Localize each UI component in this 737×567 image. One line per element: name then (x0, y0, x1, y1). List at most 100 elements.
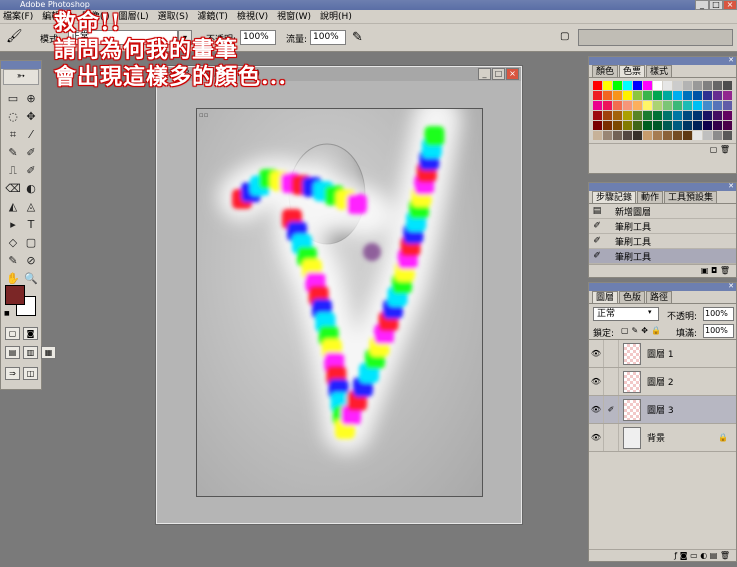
swatch[interactable] (663, 121, 672, 130)
path-select-tool-icon[interactable]: ▸ (4, 217, 22, 232)
brush-icon[interactable]: ✐ (604, 396, 619, 423)
default-colors-icon[interactable]: ■ (4, 310, 11, 317)
swatch[interactable] (643, 111, 652, 120)
chevron-down-icon[interactable]: ▾ (648, 308, 652, 316)
menu-help[interactable]: 說明(H) (320, 10, 352, 24)
swatch[interactable] (663, 111, 672, 120)
swatch[interactable] (623, 81, 632, 90)
swatch[interactable] (613, 131, 622, 140)
swatch[interactable] (633, 111, 642, 120)
swatch[interactable] (723, 121, 732, 130)
airbrush-icon[interactable]: ✎ (352, 30, 363, 45)
swatch[interactable] (673, 91, 682, 100)
zoom-tool-icon[interactable]: 🔍 (22, 271, 40, 286)
swatch[interactable] (633, 91, 642, 100)
swatch[interactable] (693, 131, 702, 140)
swatch[interactable] (683, 91, 692, 100)
canvas[interactable]: ▫▫ (196, 108, 483, 497)
swatch[interactable] (623, 111, 632, 120)
minimize-button[interactable]: _ (695, 0, 709, 10)
maximize-button[interactable]: □ (709, 0, 723, 10)
swatch[interactable] (603, 91, 612, 100)
history-item[interactable]: ✐ 筆刷工具 (589, 219, 736, 234)
tab-tool-presets[interactable]: 工具預設集 (664, 191, 718, 203)
swatch[interactable] (713, 91, 722, 100)
swatch[interactable] (683, 101, 692, 110)
magic-wand-tool-icon[interactable]: ✥ (22, 109, 40, 124)
swatch[interactable] (613, 121, 622, 130)
swatch[interactable] (723, 111, 732, 120)
swatch[interactable] (673, 101, 682, 110)
swatch[interactable] (683, 121, 692, 130)
palette-well-icon[interactable]: ▢ (560, 31, 569, 42)
swatch[interactable] (683, 111, 692, 120)
link-slot[interactable] (604, 424, 619, 451)
healing-tool-icon[interactable]: ✎ (4, 145, 22, 160)
swatch[interactable] (713, 131, 722, 140)
swatch[interactable] (653, 121, 662, 130)
foreground-color-swatch[interactable] (5, 285, 25, 305)
swatch[interactable] (603, 111, 612, 120)
history-item[interactable]: ✐ 筆刷工具 (589, 249, 736, 264)
layer-row[interactable]: 👁 圖層 1 (589, 340, 736, 368)
swatch[interactable] (613, 101, 622, 110)
screen-mode-full-icon[interactable]: ▥ (23, 346, 38, 359)
swatch[interactable] (643, 131, 652, 140)
brush-tool-icon[interactable]: ✐ (22, 145, 40, 160)
trash-icon[interactable]: 🗑 (720, 551, 730, 560)
swatch[interactable] (723, 131, 732, 140)
eraser-tool-icon[interactable]: ⌫ (4, 181, 22, 196)
adjustment-layer-icon[interactable]: ◐ (700, 551, 707, 560)
swatch[interactable] (703, 121, 712, 130)
swatch[interactable] (693, 121, 702, 130)
lock-icons[interactable]: ▢✎✥🔒 (621, 326, 664, 335)
standard-mode-icon[interactable]: ▢ (5, 327, 20, 340)
palette-well[interactable] (578, 29, 733, 46)
eye-icon[interactable]: 👁 (589, 396, 604, 423)
snapshot-icon[interactable]: ◘ (711, 266, 717, 275)
swatch[interactable] (653, 131, 662, 140)
swatch[interactable] (653, 101, 662, 110)
swatch[interactable] (703, 91, 712, 100)
swatch[interactable] (603, 101, 612, 110)
close-icon[interactable]: ✕ (728, 282, 734, 290)
swatch[interactable] (663, 131, 672, 140)
pen-tool-icon[interactable]: ◇ (4, 235, 22, 250)
layer-opacity-input[interactable]: 100% (703, 307, 734, 321)
swatch[interactable] (673, 131, 682, 140)
swatch[interactable] (723, 81, 732, 90)
dodge-tool-icon[interactable]: ◬ (22, 199, 40, 214)
history-item[interactable]: ✐ 筆刷工具 (589, 234, 736, 249)
swatch[interactable] (643, 121, 652, 130)
layer-row[interactable]: 👁 ✐ 圖層 3 (589, 396, 736, 424)
lasso-tool-icon[interactable]: ◌ (4, 109, 22, 124)
close-icon[interactable]: ✕ (728, 56, 734, 64)
tab-channels[interactable]: 色版 (619, 291, 646, 303)
screen-mode-standard-icon[interactable]: ▤ (5, 346, 20, 359)
swatch[interactable] (603, 131, 612, 140)
swatch[interactable] (613, 91, 622, 100)
shape-tool-icon[interactable]: ▢ (22, 235, 40, 250)
swatch[interactable] (713, 111, 722, 120)
swatch[interactable] (713, 101, 722, 110)
swatch[interactable] (593, 111, 602, 120)
swatch[interactable] (643, 91, 652, 100)
swatch-grid[interactable] (589, 78, 736, 143)
quickmask-mode-icon[interactable]: ◙ (23, 327, 38, 340)
swatch[interactable] (633, 101, 642, 110)
tab-swatches[interactable]: 色票 (619, 65, 646, 77)
new-set-icon[interactable]: ▭ (690, 551, 698, 560)
swatch[interactable] (713, 121, 722, 130)
crop-tool-icon[interactable]: ⌗ (4, 127, 22, 142)
swatch[interactable] (703, 111, 712, 120)
swatch[interactable] (613, 111, 622, 120)
mask-icon[interactable]: ◙ (680, 551, 688, 560)
flow-input[interactable]: 100% (310, 30, 346, 45)
swatch[interactable] (593, 81, 602, 90)
eye-icon[interactable]: 👁 (589, 368, 604, 395)
swatch[interactable] (693, 81, 702, 90)
swatch[interactable] (643, 101, 652, 110)
hand-tool-icon[interactable]: ✋ (4, 271, 22, 286)
swatch[interactable] (623, 131, 632, 140)
trash-icon[interactable]: 🗑 (720, 266, 730, 275)
